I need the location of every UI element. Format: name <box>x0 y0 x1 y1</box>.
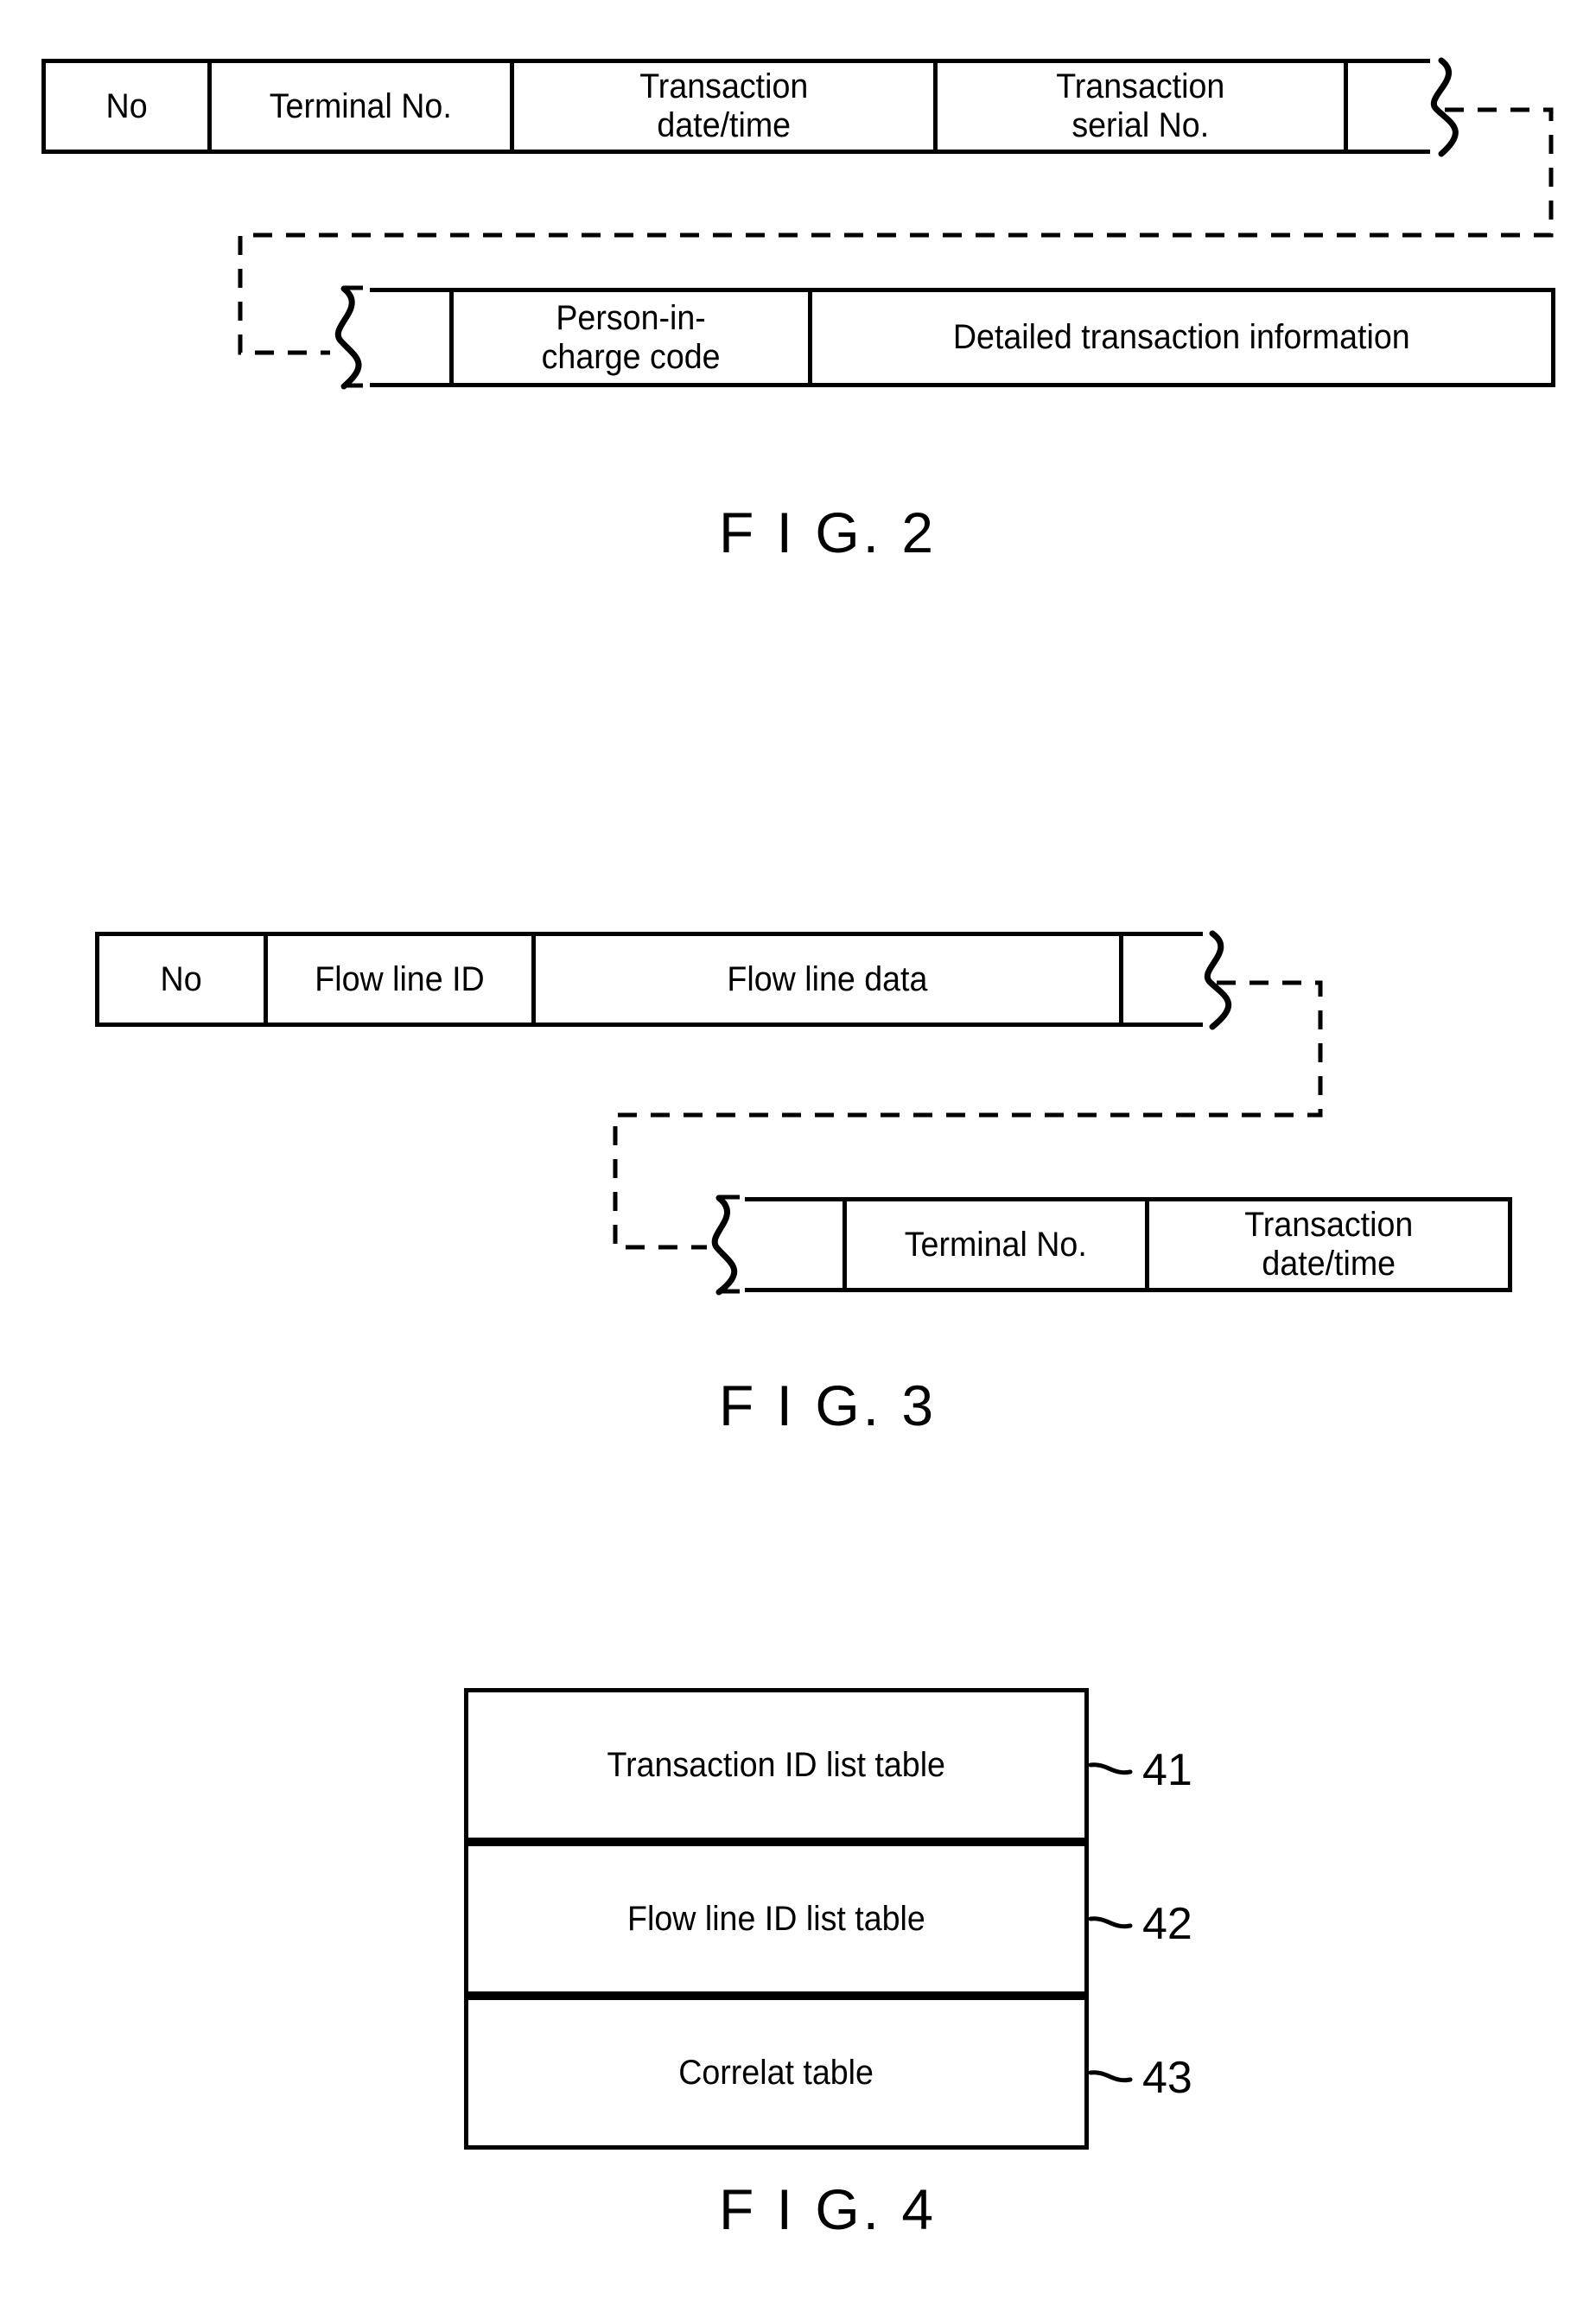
fig3-row2-cell-continuation <box>722 1197 847 1292</box>
cell-label: No <box>160 959 203 998</box>
fig3-row1-cell-no: No <box>95 932 268 1027</box>
cell-label: Transaction date/time <box>1243 1206 1414 1283</box>
fig2-row1-cell-no: No <box>41 59 212 154</box>
fig4-ref-numeral-42: 42 <box>1142 1899 1192 1949</box>
cell-label: Detailed transaction information <box>953 318 1410 357</box>
cell-label: Flow line data <box>727 959 928 998</box>
fig4-block-transaction-id-list-table: Transaction ID list table <box>464 1688 1089 1842</box>
block-label: Transaction ID list table <box>607 1745 946 1784</box>
fig2-row1-cell-terminal-no: Terminal No. <box>212 59 514 154</box>
fig2-row1-cell-transaction-datetime: Transaction date/time <box>514 59 938 154</box>
fig4-leader-line-41 <box>1088 1762 1133 1775</box>
fig3-row1-cell-continuation <box>1123 932 1217 1027</box>
fig3-row2-cell-terminal-no: Terminal No. <box>847 1197 1149 1292</box>
fig2-row2-cell-detailed-transaction-information: Detailed transaction information <box>812 288 1555 387</box>
fig4-block-flow-line-id-list-table: Flow line ID list table <box>464 1842 1089 1996</box>
fig2-row1-cell-continuation <box>1348 59 1443 154</box>
fig2-caption: F I G. 2 <box>719 500 938 564</box>
cell-label: Terminal No. <box>904 1225 1088 1264</box>
fig2-row2-cell-continuation <box>346 288 454 387</box>
fig4-leader-line-43 <box>1088 2070 1133 2083</box>
cell-label: Transaction serial No. <box>1056 67 1225 144</box>
fig4-leader-line-42 <box>1088 1916 1133 1929</box>
cell-label: No <box>105 86 148 125</box>
block-label: Correlat table <box>678 2053 874 2092</box>
fig4-caption: F I G. 4 <box>719 2177 938 2241</box>
block-label: Flow line ID list table <box>627 1899 925 1938</box>
fig2-row1-cell-transaction-serial-no: Transaction serial No. <box>938 59 1348 154</box>
cell-label: Person-in-charge code <box>541 298 721 376</box>
cell-label: Flow line ID <box>315 959 485 998</box>
fig3-row1-cell-flow-line-data: Flow line data <box>536 932 1123 1027</box>
fig2-row2-cell-person-in-charge-code: Person-in-charge code <box>454 288 812 387</box>
fig4-block-correlat-table: Correlat table <box>464 1996 1089 2150</box>
fig4-ref-numeral-43: 43 <box>1142 2053 1192 2103</box>
patent-drawing-sheet: No Terminal No. Transaction date/time Tra… <box>0 0 1596 2300</box>
fig3-row2-cell-transaction-datetime: Transaction date/time <box>1149 1197 1512 1292</box>
fig4-ref-numeral-41: 41 <box>1142 1745 1192 1795</box>
cell-label: Transaction date/time <box>639 67 809 144</box>
fig3-row1-cell-flow-line-id: Flow line ID <box>268 932 536 1027</box>
cell-label: Terminal No. <box>269 86 453 125</box>
fig3-caption: F I G. 3 <box>719 1373 938 1437</box>
